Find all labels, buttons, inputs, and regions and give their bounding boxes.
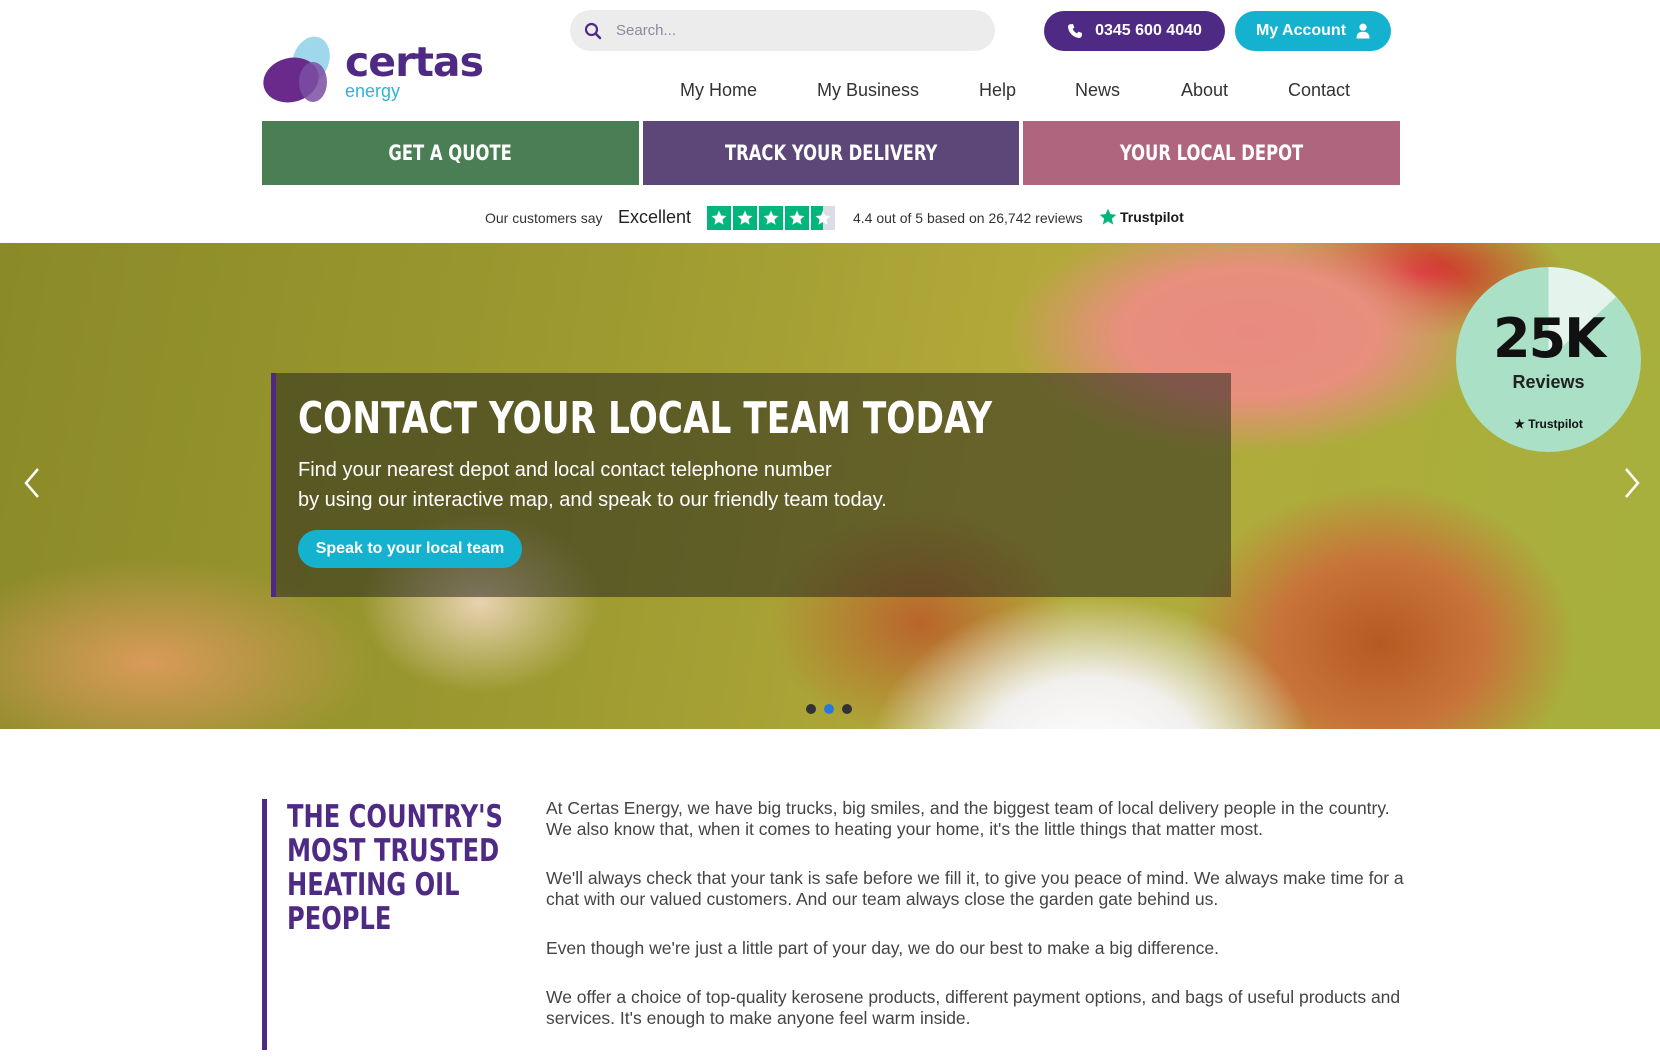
star-icon xyxy=(785,206,809,230)
intro-paragraph: We'll always check that your tank is saf… xyxy=(546,868,1404,909)
hero-description: Find your nearest depot and local contac… xyxy=(298,455,918,515)
search-icon[interactable] xyxy=(584,22,602,40)
slider-dots xyxy=(806,704,852,714)
phone-icon xyxy=(1068,24,1083,38)
intro-paragraph: At Certas Energy, we have big trucks, bi… xyxy=(546,798,1390,839)
star-icon xyxy=(759,206,783,230)
intro-heading-line: HEATING OIL xyxy=(287,867,460,903)
speak-to-local-team-button[interactable]: Speak to your local team xyxy=(298,530,522,568)
intro-copy: At Certas Energy, we have big trucks, bi… xyxy=(546,798,1406,1057)
hero-title: CONTACT YOUR LOCAL TEAM TODAY xyxy=(298,393,993,444)
track-delivery-button[interactable]: TRACK YOUR DELIVERY xyxy=(643,121,1019,185)
trustpilot-verdict: Excellent xyxy=(618,207,692,227)
badge-trustpilot-label: Trustpilot xyxy=(1528,417,1583,431)
badge-trustpilot: ★ Trustpilot xyxy=(1514,417,1583,431)
local-depot-button[interactable]: YOUR LOCAL DEPOT xyxy=(1023,121,1400,185)
slider-dot-3[interactable] xyxy=(842,704,852,714)
logo-subtitle: energy xyxy=(345,81,401,101)
trustpilot-brand: Trustpilot xyxy=(1098,207,1184,227)
local-depot-label: YOUR LOCAL DEPOT xyxy=(1119,141,1304,165)
get-a-quote-button[interactable]: GET A QUOTE xyxy=(262,121,639,185)
intro-paragraph: We offer a choice of top-quality kerosen… xyxy=(546,987,1401,1028)
star-icon xyxy=(707,206,731,230)
slider-dot-2[interactable] xyxy=(824,704,834,714)
slider-dot-1[interactable] xyxy=(806,704,816,714)
phone-number: 0345 600 4040 xyxy=(1095,22,1202,39)
user-icon xyxy=(1356,23,1370,39)
search-bar xyxy=(570,10,995,51)
logo-wordmark: certas xyxy=(345,38,484,86)
trustpilot-rating: 4.4 out of 5 based on 26,742 reviews xyxy=(853,210,1083,226)
trustpilot-strip[interactable]: Our customers say Excellent 4.4 out of 5… xyxy=(0,206,1660,230)
chevron-left-icon[interactable] xyxy=(20,463,44,503)
track-delivery-label: TRACK YOUR DELIVERY xyxy=(724,141,938,165)
nav-my-home[interactable]: My Home xyxy=(680,80,757,101)
get-a-quote-label: GET A QUOTE xyxy=(388,141,513,165)
my-account-button[interactable]: My Account xyxy=(1235,11,1391,51)
nav-my-business[interactable]: My Business xyxy=(817,80,919,101)
phone-button[interactable]: 0345 600 4040 xyxy=(1044,11,1225,51)
reviews-badge: 25K Reviews ★ Trustpilot xyxy=(1456,267,1641,452)
trustpilot-stars xyxy=(707,206,835,230)
star-icon xyxy=(733,206,757,230)
intro-heading: THE COUNTRY'S MOST TRUSTED HEATING OIL P… xyxy=(287,800,507,936)
intro-paragraph: Even though we're just a little part of … xyxy=(546,938,1219,958)
search-input[interactable] xyxy=(614,21,974,40)
hero-caption: CONTACT YOUR LOCAL TEAM TODAY Find your … xyxy=(271,373,1231,597)
nav-contact[interactable]: Contact xyxy=(1288,80,1350,101)
butterfly-logo-icon xyxy=(263,36,330,103)
trustpilot-star-icon xyxy=(1099,208,1117,225)
hero-line-1: Find your nearest depot and local contac… xyxy=(298,459,832,481)
my-account-label: My Account xyxy=(1255,22,1347,39)
nav-about[interactable]: About xyxy=(1181,80,1228,101)
badge-label: Reviews xyxy=(1512,372,1585,392)
hero-line-2: by using our interactive map, and speak … xyxy=(298,489,887,511)
half-star-icon xyxy=(811,206,835,230)
intro-accent-bar xyxy=(262,799,267,1050)
certas-logo[interactable]: certas energy xyxy=(261,34,501,106)
badge-value: 25K xyxy=(1493,307,1606,370)
chevron-right-icon[interactable] xyxy=(1620,463,1644,503)
intro-heading-line: MOST TRUSTED xyxy=(287,833,500,869)
hero-slider: CONTACT YOUR LOCAL TEAM TODAY Find your … xyxy=(0,243,1660,729)
intro-heading-line: PEOPLE xyxy=(287,901,392,937)
nav-news[interactable]: News xyxy=(1075,80,1120,101)
trustpilot-prefix: Our customers say xyxy=(485,210,603,226)
trustpilot-brand-label: Trustpilot xyxy=(1120,209,1184,225)
nav-help[interactable]: Help xyxy=(979,80,1016,101)
intro-heading-line: THE COUNTRY'S xyxy=(287,799,503,835)
